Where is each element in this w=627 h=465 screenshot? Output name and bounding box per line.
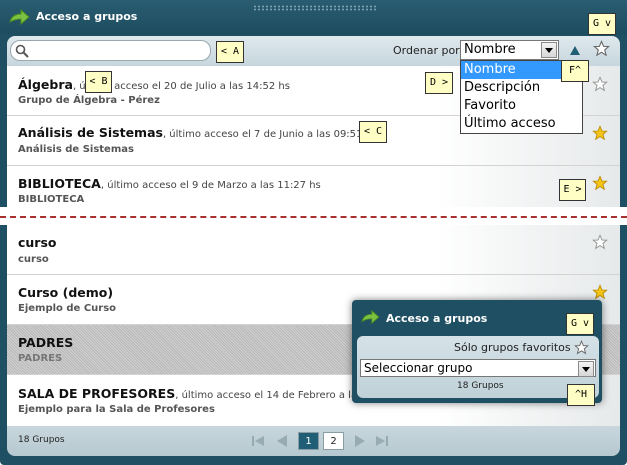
star-outline-icon[interactable]: [574, 340, 589, 355]
group-description: BIBLIOTECA: [18, 194, 85, 205]
group-name: Curso (demo): [18, 285, 114, 300]
cut-separator: [0, 207, 627, 225]
group-description: Ejemplo para la Sala de Profesores: [18, 404, 215, 415]
next-page-icon[interactable]: [353, 434, 367, 448]
drag-handle[interactable]: [253, 5, 376, 11]
callout-h: ^H: [567, 384, 595, 406]
group-select[interactable]: Seleccionar grupo: [360, 359, 596, 377]
group-name: SALA DE PROFESORES: [18, 386, 176, 401]
page-button-2[interactable]: 2: [323, 432, 344, 450]
star-filled-icon[interactable]: [592, 125, 608, 141]
groups-window: Acceso a grupos Ordenar por: Nombre Álge…: [0, 0, 627, 465]
chevron-down-icon[interactable]: [578, 361, 594, 377]
callout-e: E >: [559, 179, 586, 201]
search-icon: [15, 44, 29, 58]
last-page-icon[interactable]: [375, 434, 389, 448]
star-outline-icon[interactable]: [592, 76, 608, 92]
arrow-right-icon: [9, 8, 30, 26]
sort-ascending-icon[interactable]: [570, 46, 580, 55]
order-option-ultimo-acceso[interactable]: Último acceso: [461, 115, 582, 133]
group-description: Grupo de Álgebra - Pérez: [18, 95, 160, 106]
title-bar: Acceso a grupos: [0, 0, 627, 34]
star-filled-icon[interactable]: [592, 175, 608, 191]
star-outline-icon[interactable]: [592, 234, 608, 250]
callout-b: < B: [85, 71, 112, 93]
group-name: PADRES: [18, 335, 74, 350]
group-description: Ejemplo de Curso: [18, 303, 117, 314]
group-name: Análisis de Sistemas: [18, 125, 163, 140]
callout-f: F^: [561, 60, 589, 82]
group-description: Análisis de Sistemas: [18, 144, 134, 155]
favorites-only-label: Sólo grupos favoritos: [454, 341, 571, 354]
group-name: Álgebra: [18, 77, 73, 92]
order-option-favorito[interactable]: Favorito: [461, 97, 582, 115]
order-label: Ordenar por:: [393, 44, 464, 57]
callout-a: < A: [216, 41, 244, 63]
widget-panel: Sólo grupos favoritos Seleccionar grupo …: [357, 336, 599, 398]
group-name: BIBLIOTECA: [18, 176, 101, 191]
window-title: Acceso a grupos: [36, 10, 138, 23]
previous-page-icon[interactable]: [275, 434, 289, 448]
callout-c: < C: [359, 121, 387, 143]
callout-g-widget: G v: [566, 313, 594, 335]
pagination-bar: 18 Grupos 1 2: [7, 426, 620, 456]
callout-g-top: G v: [588, 13, 616, 35]
arrow-right-icon: [361, 309, 380, 325]
order-selected-value: Nombre: [464, 42, 516, 57]
list-item[interactable]: curso curso: [7, 225, 620, 275]
group-description: curso: [18, 254, 49, 265]
order-select[interactable]: Nombre: [460, 40, 559, 60]
group-select-value: Seleccionar grupo: [364, 361, 473, 375]
group-last-access: , último acceso el 9 de Marzo a las 11:2…: [100, 180, 321, 191]
callout-d: D >: [425, 72, 453, 94]
search-input[interactable]: [10, 40, 211, 61]
group-count: 18 Grupos: [18, 435, 65, 445]
group-last-access: , último acceso el 7 de Junio a las 09:5…: [162, 129, 378, 140]
widget-group-count: 18 Grupos: [457, 381, 504, 391]
widget-title: Acceso a grupos: [386, 312, 488, 325]
chevron-down-icon[interactable]: [541, 42, 557, 58]
page-button-1[interactable]: 1: [298, 432, 319, 450]
dashed-divider: [0, 216, 627, 218]
star-filled-icon[interactable]: [592, 284, 608, 300]
group-description: PADRES: [18, 353, 63, 364]
group-name: curso: [18, 235, 57, 250]
star-outline-icon[interactable]: [593, 40, 610, 57]
first-page-icon[interactable]: [251, 434, 265, 448]
compact-group-widget: Acceso a grupos Sólo grupos favoritos Se…: [352, 300, 602, 403]
group-last-access: , último acceso el 14 de Febrero a las 1: [175, 390, 372, 401]
